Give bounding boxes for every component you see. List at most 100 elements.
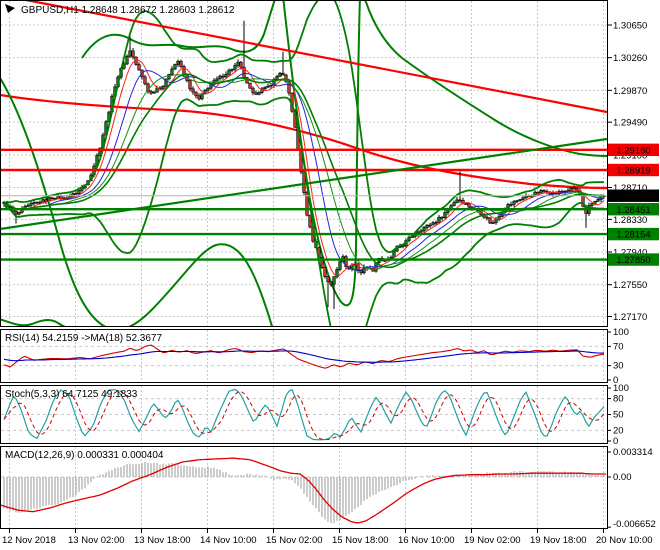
bull-candle [227,69,231,75]
axis-tick-label: 100 [613,327,629,338]
axis-tick-label: 15 Nov 02:00 [266,535,323,546]
chart-background [0,0,660,550]
axis-tick-label: 13 Nov 02:00 [68,535,125,546]
axis-tick-label: 20 [613,425,624,436]
bull-candle [491,222,495,224]
bull-candle [521,197,525,200]
bull-candle [443,212,447,218]
bull-candle [200,93,204,100]
bear-candle [572,187,576,190]
bull-candle [518,199,522,201]
bull-candle [152,91,156,94]
bull-candle [17,212,21,215]
axis-tick-label: 30 [613,361,624,372]
bear-candle [488,217,492,224]
axis-tick-label: 1.29490 [613,118,647,129]
bull-candle [494,219,498,223]
bull-candle [422,227,426,232]
bull-candle [515,200,519,202]
bear-candle [143,76,147,85]
bear-candle [44,199,48,202]
bear-candle [74,193,78,195]
svg-text:1.29160: 1.29160 [616,145,650,156]
bull-candle [569,187,573,191]
bear-candle [359,270,363,274]
axis-tick-label: 19 Nov 02:00 [464,535,521,546]
stoch-indicator-label: Stoch(5,3,3) 64.7125 49.1833 [5,389,138,400]
bear-candle [485,216,489,219]
axis-tick-label: 1.27550 [613,280,647,291]
chart-legend: GBPUSD,H1 1.28648 1.28672 1.28603 1.2861… [21,5,235,16]
price-tag: 1.28451 [608,203,659,216]
bull-candle [32,202,36,204]
price-chart-canvas[interactable]: GBPUSD,H1 1.28648 1.28672 1.28603 1.2861… [0,0,660,550]
bear-candle [149,90,153,94]
axis-tick-label: 15 Nov 18:00 [332,535,389,546]
bear-candle [323,267,327,277]
bear-candle [251,87,255,94]
bull-candle [506,204,510,209]
axis-tick-label: 0 [613,436,618,447]
price-tag: 1.27850 [608,253,659,266]
axis-tick-label: 1.27170 [613,312,647,323]
bear-candle [326,276,330,283]
axis-tick-label: 70 [613,341,624,352]
price-tag: 1.28154 [608,227,659,241]
bull-candle [266,85,270,88]
bull-candle [428,224,432,227]
bull-candle [236,61,240,66]
axis-tick-label: 13 Nov 18:00 [134,535,191,546]
bear-candle [464,203,468,205]
bear-candle [221,75,225,78]
svg-text:1.28451: 1.28451 [616,205,650,216]
bull-candle [125,55,129,65]
bear-candle [197,95,201,100]
svg-text:1.28154: 1.28154 [616,230,650,241]
bull-candle [233,65,237,70]
bull-candle [128,50,132,57]
bull-candle [338,261,342,270]
axis-tick-label: 12 Nov 2018 [2,535,56,546]
bull-candle [56,195,60,199]
bull-candle [539,190,543,194]
svg-text:1.28612: 1.28612 [616,191,650,202]
axis-tick-label: 1.28330 [613,215,647,226]
bull-candle [452,202,456,207]
bear-candle [458,199,462,202]
bull-candle [269,84,273,87]
bear-candle [14,210,18,215]
bear-candle [248,82,252,89]
bull-candle [29,203,33,206]
bear-candle [188,80,192,90]
bull-candle [431,222,435,226]
axis-tick-label: 80 [613,394,624,405]
bear-candle [239,61,243,68]
bull-candle [275,76,279,80]
axis-tick-label: 100 [613,383,629,394]
bear-candle [254,92,258,95]
bear-candle [479,210,483,215]
bear-candle [281,72,285,76]
bull-candle [434,221,438,224]
axis-tick-label: -0.006652 [613,519,656,530]
macd-indicator-label: MACD(12,26,9) 0.000331 0.000404 [5,450,164,461]
bear-candle [536,191,540,194]
bull-candle [512,201,516,205]
axis-tick-label: 1.30260 [613,53,647,64]
bear-candle [50,197,54,199]
bull-candle [455,199,459,204]
bull-candle [419,230,423,233]
bull-candle [332,276,336,285]
mt4-chart-window: { "ui": { "legend": "GBPUSD,H1 1.28648 1… [0,0,660,550]
bull-candle [206,87,210,91]
svg-text:1.27850: 1.27850 [616,255,650,266]
axis-tick-label: 50 [613,410,624,421]
price-scale[interactable] [608,0,660,550]
bear-candle [542,190,546,192]
bull-candle [437,216,441,223]
axis-tick-label: 0.00 [613,472,632,483]
svg-text:1.28919: 1.28919 [616,166,650,177]
bull-candle [230,69,234,71]
bull-candle [257,92,261,95]
bull-candle [161,85,165,89]
